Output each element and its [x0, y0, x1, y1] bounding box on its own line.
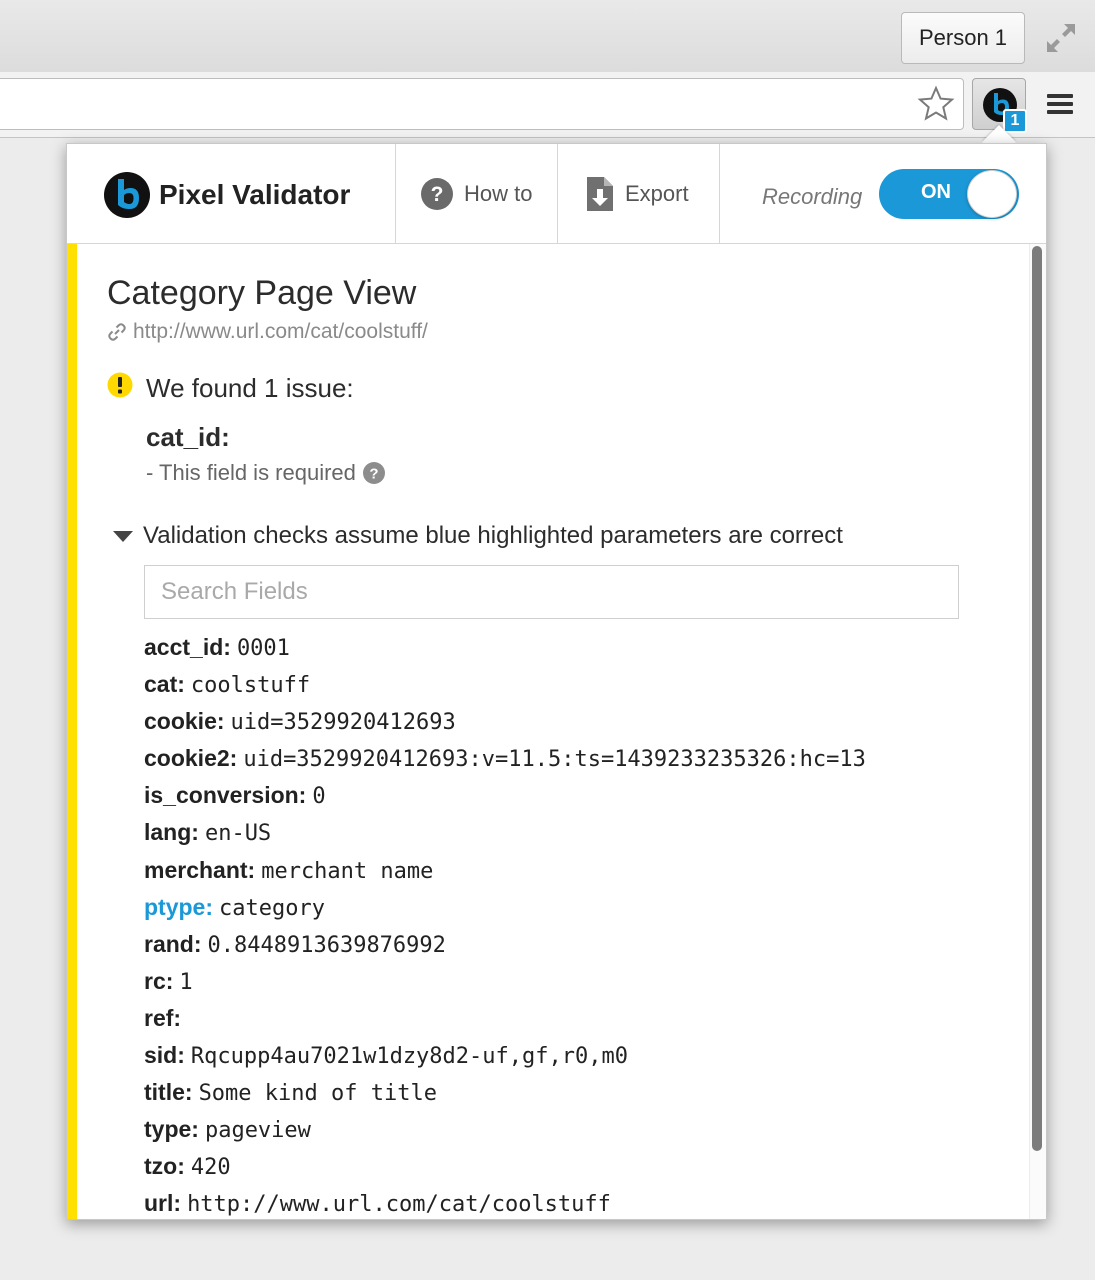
help-circle-icon[interactable]: ?	[362, 461, 386, 485]
parameter-value: merchant name	[261, 858, 434, 884]
parameter-value: pageview	[204, 1118, 311, 1144]
parameter-key: type:	[144, 1116, 199, 1143]
svg-text:?: ?	[369, 466, 378, 483]
parameter-value: 0001	[236, 636, 290, 661]
parameter-row: lang: en-US	[144, 814, 866, 851]
parameter-key: cat:	[144, 671, 185, 698]
parameter-value: category	[219, 895, 325, 921]
brand-name: Pixel Validator	[159, 179, 351, 210]
parameter-value: uid=3529920412693	[230, 710, 456, 736]
parameter-row: rc: 1	[144, 963, 866, 1000]
parameter-key: ptype:	[144, 893, 213, 920]
parameter-row: rand: 0.8448913639876992	[144, 926, 866, 963]
event-url[interactable]: http://www.url.com/cat/coolstuff/	[133, 320, 428, 344]
parameter-row: cookie2: uid=3529920412693:v=11.5:ts=1439…	[144, 740, 866, 777]
popup-header: Pixel Validator ? How to Export Recordin…	[67, 144, 1046, 244]
parameter-list: acct_id: 0001 cat: coolstuff cookie: uid=3529…	[144, 629, 866, 1219]
svg-text:?: ?	[431, 183, 444, 206]
parameter-value: coolstuff	[190, 673, 311, 699]
extension-badge: 1	[1003, 109, 1027, 133]
parameter-value: 1	[179, 969, 193, 995]
header-divider	[395, 144, 396, 244]
parameter-row: url: http://www.url.com/cat/coolstuff	[144, 1185, 866, 1219]
pixel-validator-logo-icon	[104, 172, 150, 218]
export-label: Export	[625, 181, 689, 206]
parameter-value: 0	[312, 784, 326, 810]
parameter-key: url:	[144, 1190, 182, 1217]
toggle-state-label: ON	[921, 181, 951, 203]
recording-label: Recording	[762, 184, 863, 209]
header-divider	[557, 144, 558, 244]
parameter-value: Some kind of title	[198, 1081, 437, 1107]
event-url-row: http://www.url.com/cat/coolstuff/	[107, 320, 428, 344]
validation-checks-toggle[interactable]: Validation checks assume blue highlighte…	[113, 522, 843, 550]
link-icon	[108, 323, 126, 341]
issue-field-name: cat_id:	[146, 422, 230, 452]
parameter-row: type: pageview	[144, 1111, 866, 1148]
how-to-button[interactable]: ? How to	[420, 144, 532, 244]
parameter-row: title: Some kind of title	[144, 1074, 866, 1111]
parameter-row: tzo: 420	[144, 1148, 866, 1185]
parameter-key: lang:	[144, 819, 199, 846]
parameter-row: cat: coolstuff	[144, 666, 866, 703]
parameter-key: merchant:	[144, 856, 256, 883]
parameter-key: sid:	[144, 1042, 185, 1069]
help-circle-icon: ?	[421, 178, 453, 210]
parameter-key: rand:	[144, 930, 202, 957]
parameter-value: uid=3529920412693:v=11.5:ts=143923323532…	[243, 747, 866, 773]
warning-status-bar	[67, 244, 77, 1219]
parameter-key: cookie:	[144, 708, 225, 735]
recording-toggle[interactable]: ON	[879, 169, 1019, 219]
toggle-knob	[967, 170, 1017, 218]
header-divider	[719, 144, 720, 244]
search-fields-input[interactable]	[144, 565, 959, 619]
browser-titlebar: Person 1	[0, 0, 1095, 72]
issue-message: - This field is required	[146, 460, 356, 485]
parameter-key: tzo:	[144, 1153, 185, 1180]
export-document-icon	[587, 177, 613, 211]
parameter-key: ref:	[144, 1004, 182, 1031]
parameter-value: en-US	[204, 821, 272, 847]
fullscreen-icon[interactable]	[1043, 20, 1079, 56]
event-detail-panel: Category Page View http://www.url.com/ca…	[67, 244, 1046, 1219]
parameter-value: Rqcupp4au7021w1dzy8d2-uf,gf,r0,m0	[190, 1044, 628, 1070]
issue-summary: We found 1 issue:	[146, 373, 354, 403]
how-to-label: How to	[464, 181, 533, 206]
parameter-value: 0.8448913639876992	[207, 932, 446, 958]
parameter-row: merchant: merchant name	[144, 852, 866, 889]
parameter-key: acct_id:	[144, 634, 231, 660]
profile-button[interactable]: Person 1	[901, 12, 1025, 64]
warning-icon	[107, 372, 133, 398]
export-button[interactable]: Export	[585, 144, 689, 244]
parameter-row: cookie: uid=3529920412693	[144, 703, 866, 740]
issue-message-row: - This field is required ?	[146, 460, 386, 486]
address-bar[interactable]	[0, 78, 964, 130]
collapse-triangle-icon	[113, 530, 133, 542]
parameter-key: rc:	[144, 967, 174, 994]
pixel-validator-extension-button[interactable]: 1	[972, 78, 1027, 133]
parameter-row: ref:	[144, 1000, 866, 1037]
parameter-row: acct_id: 0001	[144, 629, 866, 666]
brand: Pixel Validator	[103, 170, 350, 220]
event-title: Category Page View	[107, 274, 417, 312]
extension-popup: Pixel Validator ? How to Export Recordin…	[66, 143, 1047, 1220]
scrollbar-thumb[interactable]	[1032, 246, 1042, 1151]
parameter-value: http://www.url.com/cat/coolstuff	[187, 1192, 611, 1218]
parameter-key: is_conversion:	[144, 782, 307, 809]
validation-checks-note: Validation checks assume blue highlighte…	[143, 522, 843, 549]
browser-toolbar: 1	[0, 72, 1095, 138]
parameter-row: ptype: category	[144, 889, 866, 926]
parameter-key: cookie2:	[144, 745, 238, 772]
parameter-row: sid: Rqcupp4au7021w1dzy8d2-uf,gf,r0,m0	[144, 1037, 866, 1074]
star-icon[interactable]	[916, 84, 956, 124]
parameter-value: 420	[190, 1155, 231, 1181]
hamburger-menu-icon[interactable]	[1044, 88, 1076, 120]
parameter-key: title:	[144, 1079, 193, 1106]
parameter-row: is_conversion: 0	[144, 777, 866, 814]
